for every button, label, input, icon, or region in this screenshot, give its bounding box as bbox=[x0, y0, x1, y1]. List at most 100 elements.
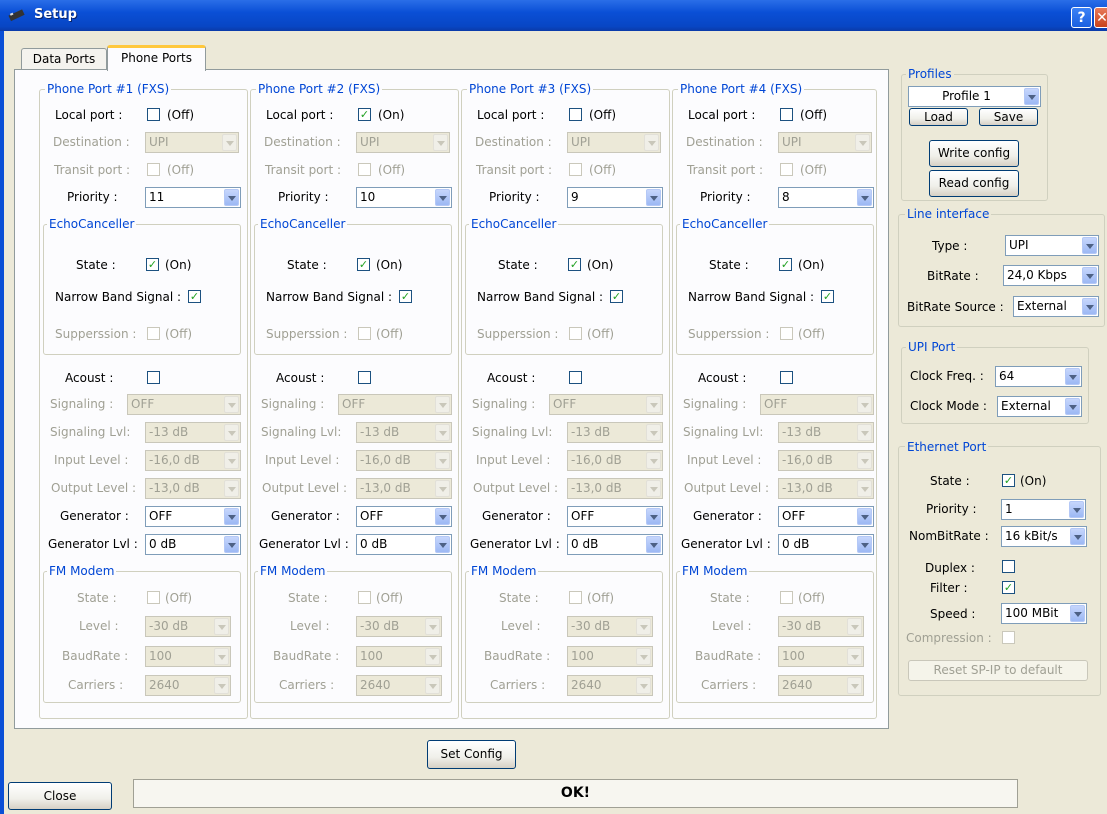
narrow-band-checkbox[interactable]: ✓ bbox=[188, 290, 201, 303]
local-port-checkbox[interactable] bbox=[147, 108, 160, 121]
duplex-checkbox[interactable] bbox=[1002, 560, 1015, 573]
local-port-checkbox[interactable]: ✓ bbox=[358, 108, 371, 121]
signaling-lvl-select[interactable]: -13 dB bbox=[567, 422, 663, 443]
fm-level-select[interactable]: -30 dB bbox=[145, 616, 231, 637]
fm-carriers-select[interactable]: 2640 bbox=[145, 675, 231, 696]
signaling-select[interactable]: OFF bbox=[338, 394, 452, 415]
bitrate-source-select[interactable]: External bbox=[1013, 296, 1099, 317]
echo-state-checkbox[interactable]: ✓ bbox=[779, 258, 792, 271]
destination-select[interactable]: UPI bbox=[145, 132, 239, 153]
generator-lvl-select[interactable]: 0 dB bbox=[567, 534, 663, 555]
clock-mode-select[interactable]: External bbox=[997, 396, 1082, 417]
profile-select[interactable]: Profile 1 bbox=[908, 86, 1041, 107]
fm-carriers-select[interactable]: 2640 bbox=[778, 675, 864, 696]
fm-state-checkbox[interactable] bbox=[147, 591, 160, 604]
local-port-checkbox[interactable] bbox=[569, 108, 582, 121]
local-port-checkbox[interactable] bbox=[780, 108, 793, 121]
input-level-select[interactable]: -16,0 dB bbox=[356, 450, 452, 471]
input-level-select[interactable]: -16,0 dB bbox=[567, 450, 663, 471]
compression-checkbox[interactable] bbox=[1002, 631, 1015, 644]
load-button[interactable]: Load bbox=[909, 108, 968, 126]
generator-value: OFF bbox=[149, 509, 173, 523]
chevron-down-icon bbox=[1082, 298, 1097, 315]
suppression-checkbox[interactable] bbox=[569, 327, 582, 340]
fm-level-select[interactable]: -30 dB bbox=[567, 616, 653, 637]
destination-select[interactable]: UPI bbox=[778, 132, 872, 153]
narrow-band-checkbox[interactable]: ✓ bbox=[610, 290, 623, 303]
narrow-band-checkbox[interactable]: ✓ bbox=[399, 290, 412, 303]
transit-port-checkbox[interactable] bbox=[569, 163, 582, 176]
input-level-select[interactable]: -16,0 dB bbox=[145, 450, 241, 471]
priority-select[interactable]: 10 bbox=[356, 187, 452, 208]
fm-baudrate-select[interactable]: 100 bbox=[778, 646, 864, 667]
generator-lvl-select[interactable]: 0 dB bbox=[778, 534, 874, 555]
nombitrate-select[interactable]: 16 kBit/s bbox=[1001, 526, 1087, 547]
echo-state-checkbox[interactable]: ✓ bbox=[357, 258, 370, 271]
close-window-button[interactable]: ✕ bbox=[1094, 7, 1107, 28]
priority-select[interactable]: 11 bbox=[145, 187, 241, 208]
close-button[interactable]: Close bbox=[8, 782, 112, 810]
tab-data-ports[interactable]: Data Ports bbox=[21, 48, 107, 70]
fm-level-select[interactable]: -30 dB bbox=[356, 616, 442, 637]
generator-select[interactable]: OFF bbox=[778, 506, 874, 527]
suppression-checkbox[interactable] bbox=[358, 327, 371, 340]
generator-lvl-select[interactable]: 0 dB bbox=[145, 534, 241, 555]
generator-lvl-select[interactable]: 0 dB bbox=[356, 534, 452, 555]
narrow-band-checkbox[interactable]: ✓ bbox=[821, 290, 834, 303]
chevron-down-icon bbox=[857, 508, 872, 525]
read-config-button[interactable]: Read config bbox=[929, 170, 1019, 197]
transit-port-checkbox[interactable] bbox=[780, 163, 793, 176]
signaling-lvl-select[interactable]: -13 dB bbox=[778, 422, 874, 443]
ethernet-state-checkbox[interactable]: ✓ bbox=[1002, 474, 1015, 487]
output-level-select[interactable]: -13,0 dB bbox=[567, 478, 663, 499]
echo-state-checkbox[interactable]: ✓ bbox=[146, 258, 159, 271]
echo-state-checkbox[interactable]: ✓ bbox=[568, 258, 581, 271]
signaling-lvl-select[interactable]: -13 dB bbox=[145, 422, 241, 443]
fm-baudrate-select[interactable]: 100 bbox=[145, 646, 231, 667]
signaling-select[interactable]: OFF bbox=[549, 394, 663, 415]
suppression-checkbox[interactable] bbox=[147, 327, 160, 340]
output-level-select[interactable]: -13,0 dB bbox=[356, 478, 452, 499]
fm-baudrate-select[interactable]: 100 bbox=[356, 646, 442, 667]
bitrate-select[interactable]: 24,0 Kbps bbox=[1003, 265, 1099, 286]
ethernet-priority-select[interactable]: 1 bbox=[1001, 499, 1086, 520]
suppression-checkbox[interactable] bbox=[780, 327, 793, 340]
transit-port-checkbox[interactable] bbox=[147, 163, 160, 176]
fm-carriers-select[interactable]: 2640 bbox=[567, 675, 653, 696]
destination-select[interactable]: UPI bbox=[356, 132, 450, 153]
signaling-lvl-select[interactable]: -13 dB bbox=[356, 422, 452, 443]
acoust-checkbox[interactable] bbox=[569, 371, 582, 384]
generator-select[interactable]: OFF bbox=[145, 506, 241, 527]
acoust-checkbox[interactable] bbox=[147, 371, 160, 384]
reset-sp-ip-button[interactable]: Reset SP-IP to default bbox=[908, 660, 1088, 681]
signaling-select[interactable]: OFF bbox=[127, 394, 241, 415]
acoust-checkbox[interactable] bbox=[358, 371, 371, 384]
priority-select[interactable]: 8 bbox=[778, 187, 874, 208]
fm-state-checkbox[interactable] bbox=[569, 591, 582, 604]
speed-select[interactable]: 100 MBit bbox=[1001, 603, 1087, 624]
set-config-button[interactable]: Set Config bbox=[427, 740, 516, 769]
acoust-checkbox[interactable] bbox=[780, 371, 793, 384]
generator-select[interactable]: OFF bbox=[567, 506, 663, 527]
fm-level-select[interactable]: -30 dB bbox=[778, 616, 864, 637]
input-level-label: Input Level : bbox=[265, 453, 340, 467]
help-button[interactable]: ? bbox=[1071, 7, 1092, 28]
output-level-select[interactable]: -13,0 dB bbox=[778, 478, 874, 499]
output-level-select[interactable]: -13,0 dB bbox=[145, 478, 241, 499]
signaling-select[interactable]: OFF bbox=[760, 394, 874, 415]
destination-select[interactable]: UPI bbox=[567, 132, 661, 153]
tab-phone-ports[interactable]: Phone Ports bbox=[107, 45, 206, 71]
generator-select[interactable]: OFF bbox=[356, 506, 452, 527]
fm-state-checkbox[interactable] bbox=[358, 591, 371, 604]
type-select[interactable]: UPI bbox=[1005, 235, 1099, 256]
save-button[interactable]: Save bbox=[979, 108, 1038, 126]
filter-checkbox[interactable]: ✓ bbox=[1002, 581, 1015, 594]
priority-select[interactable]: 9 bbox=[567, 187, 663, 208]
input-level-select[interactable]: -16,0 dB bbox=[778, 450, 874, 471]
transit-port-checkbox[interactable] bbox=[358, 163, 371, 176]
clock-freq-select[interactable]: 64 bbox=[995, 366, 1082, 387]
write-config-button[interactable]: Write config bbox=[929, 140, 1019, 167]
fm-carriers-select[interactable]: 2640 bbox=[356, 675, 442, 696]
fm-state-checkbox[interactable] bbox=[780, 591, 793, 604]
fm-baudrate-select[interactable]: 100 bbox=[567, 646, 653, 667]
